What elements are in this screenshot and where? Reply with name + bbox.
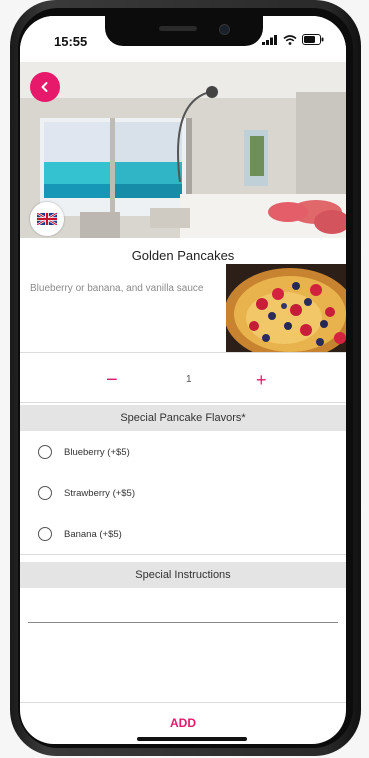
radio-button[interactable] bbox=[38, 527, 52, 541]
decrease-quantity-button[interactable]: − bbox=[106, 370, 118, 390]
notch bbox=[105, 16, 263, 46]
status-icons bbox=[262, 34, 324, 45]
flavor-option-strawberry[interactable]: Strawberry (+$5) bbox=[38, 483, 135, 503]
radio-button[interactable] bbox=[38, 486, 52, 500]
divider bbox=[20, 402, 346, 403]
instructions-header: Special Instructions bbox=[20, 562, 346, 588]
flavors-header: Special Pancake Flavors* bbox=[20, 405, 346, 431]
divider bbox=[20, 554, 346, 555]
add-button[interactable]: ADD bbox=[20, 716, 346, 730]
room-illustration bbox=[20, 62, 346, 238]
speaker bbox=[159, 26, 197, 31]
language-selector[interactable] bbox=[30, 202, 64, 236]
option-label: Strawberry (+$5) bbox=[64, 487, 136, 499]
battery-icon bbox=[302, 34, 324, 45]
option-label: Blueberry (+$5) bbox=[64, 446, 130, 458]
wifi-icon bbox=[283, 34, 297, 45]
divider bbox=[20, 702, 346, 703]
home-indicator bbox=[137, 737, 247, 741]
flavor-option-blueberry[interactable]: Blueberry (+$5) bbox=[38, 442, 130, 462]
hero-image bbox=[20, 62, 346, 238]
radio-button[interactable] bbox=[38, 445, 52, 459]
status-time: 15:55 bbox=[54, 34, 88, 49]
quantity-value: 1 bbox=[186, 374, 192, 385]
instructions-input[interactable] bbox=[28, 622, 338, 623]
option-label: Banana (+$5) bbox=[64, 528, 122, 540]
divider bbox=[20, 352, 346, 353]
increase-quantity-button[interactable]: + bbox=[256, 370, 267, 390]
quantity-stepper: − 1 + bbox=[20, 368, 346, 398]
product-description: Blueberry or banana, and vanilla sauce bbox=[30, 283, 204, 294]
camera bbox=[219, 24, 230, 35]
product-image bbox=[226, 264, 346, 352]
status-bar: 15:55 bbox=[20, 16, 346, 62]
back-button[interactable] bbox=[30, 72, 60, 102]
app-screen: 15:55 Golden Pancakes Blueberry or banan… bbox=[20, 16, 346, 744]
signal-icon bbox=[262, 34, 277, 45]
chevron-left-icon bbox=[41, 82, 48, 92]
product-title: Golden Pancakes bbox=[131, 248, 235, 263]
pancake-photo bbox=[226, 264, 346, 352]
uk-flag-icon bbox=[37, 213, 57, 225]
flavor-option-banana[interactable]: Banana (+$5) bbox=[38, 524, 122, 544]
